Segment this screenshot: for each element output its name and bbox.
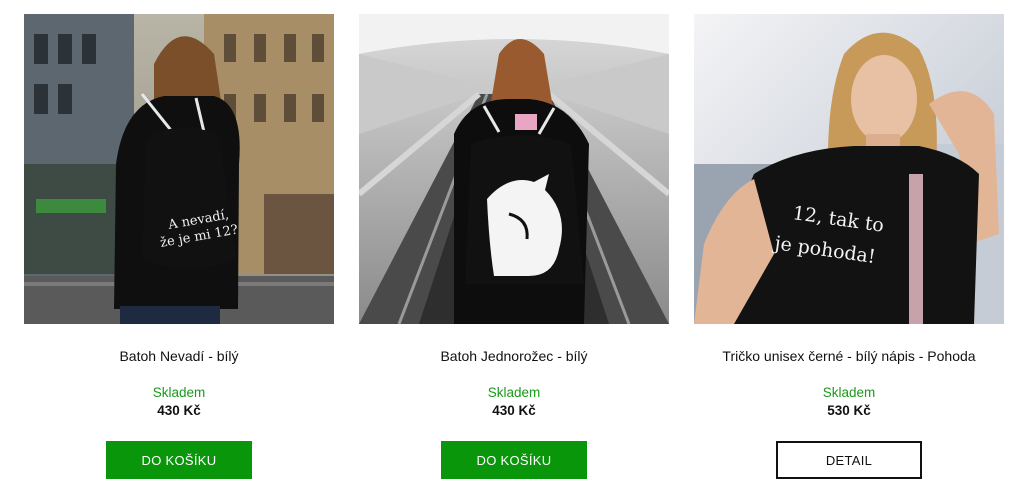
product-image[interactable]: 12, tak to je pohoda! [694, 14, 1004, 324]
product-card: A nevadí, že je mi 12? Batoh Nevadí - bí… [24, 14, 334, 479]
product-price: 530 Kč [827, 403, 871, 418]
product-name[interactable]: Batoh Nevadí - bílý [119, 346, 238, 366]
product-image[interactable]: A nevadí, že je mi 12? [24, 14, 334, 324]
product-card: 12, tak to je pohoda! Tričko unisex čern… [694, 14, 1004, 479]
product-name[interactable]: Tričko unisex černé - bílý nápis - Pohod… [722, 346, 975, 366]
product-grid: A nevadí, že je mi 12? Batoh Nevadí - bí… [0, 0, 1024, 491]
detail-button[interactable]: DETAIL [776, 441, 922, 479]
add-to-cart-button[interactable]: DO KOŠÍKU [106, 441, 252, 479]
product-photo-backpack-street: A nevadí, že je mi 12? [24, 14, 334, 324]
product-name[interactable]: Batoh Jednorožec - bílý [440, 346, 587, 366]
product-image[interactable] [359, 14, 669, 324]
availability-status: Skladem [152, 385, 206, 400]
product-photo-backpack-escalator [359, 14, 669, 324]
product-photo-tshirt-model: 12, tak to je pohoda! [694, 14, 1004, 324]
product-price: 430 Kč [157, 403, 201, 418]
availability-status: Skladem [822, 385, 876, 400]
add-to-cart-button[interactable]: DO KOŠÍKU [441, 441, 587, 479]
product-card: Batoh Jednorožec - bílý Skladem 430 Kč D… [359, 14, 669, 479]
product-price: 430 Kč [492, 403, 536, 418]
availability-status: Skladem [487, 385, 541, 400]
